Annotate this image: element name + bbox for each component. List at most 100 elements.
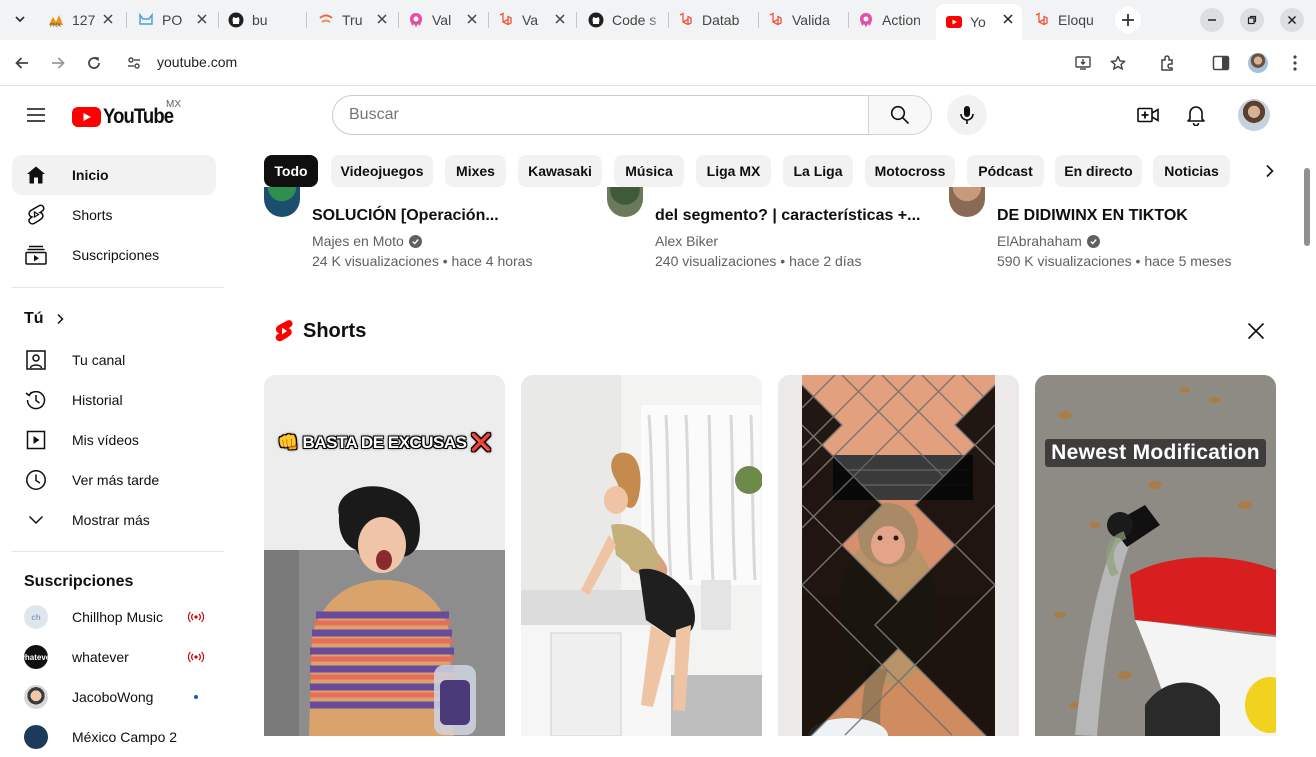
channel-name-row[interactable]: ElAbrahaham (997, 233, 1100, 249)
hinchazon-icon (408, 12, 424, 28)
close-tab-icon[interactable] (374, 11, 390, 27)
video-title[interactable]: DE DIDIWINX EN TIKTOK (997, 207, 1188, 225)
minimize-button[interactable] (1200, 8, 1224, 32)
close-window-button[interactable] (1280, 8, 1304, 32)
video-card[interactable]: SOLUCIÓN [Operación... Majes en Moto 24 … (264, 187, 584, 277)
chip-podcast[interactable]: Pódcast (967, 155, 1044, 187)
sidebar-item-suscripciones[interactable]: Suscripciones (12, 235, 216, 275)
chip-motocross[interactable]: Motocross (865, 155, 955, 187)
subscription-name: México Campo 2 (72, 729, 178, 745)
chip-videojuegos[interactable]: Videojuegos (331, 155, 433, 187)
close-tab-icon[interactable] (464, 11, 480, 27)
browser-tab[interactable]: Val (398, 4, 486, 35)
channel-name-row[interactable]: Majes en Moto (312, 233, 422, 249)
sidebar-item-mostrar-mas[interactable]: Mostrar más (12, 500, 216, 540)
sidebar-subscriptions-label: Suscripciones (24, 573, 134, 590)
back-button[interactable] (10, 51, 34, 75)
subscription-item[interactable]: JacoboWong (12, 677, 216, 717)
search-input[interactable]: Buscar (332, 95, 869, 135)
close-tab-icon[interactable] (100, 11, 116, 27)
guide-menu-button[interactable] (24, 103, 48, 127)
page-scrollbar[interactable] (1304, 168, 1310, 246)
browser-tab[interactable]: PMA 127 (38, 4, 122, 35)
youtube-logo[interactable]: YouTube MX (72, 99, 183, 129)
video-metadata: 24 K visualizaciones • hace 4 horas (312, 253, 533, 269)
search-button[interactable] (868, 95, 932, 135)
reload-button[interactable] (82, 51, 106, 75)
browser-tab[interactable]: Va (488, 4, 574, 35)
youtube-masthead: YouTube MX Buscar (0, 87, 1316, 143)
channel-avatar (24, 725, 48, 749)
chips-next-button[interactable] (1258, 159, 1282, 183)
my-videos-icon (24, 428, 48, 452)
search-icon (890, 105, 910, 125)
chip-todo[interactable]: Todo (264, 155, 318, 187)
channel-avatar[interactable] (607, 187, 643, 217)
side-panel-icon[interactable] (1210, 52, 1232, 74)
extensions-icon[interactable] (1157, 52, 1179, 74)
sidebar-item-inicio[interactable]: Inicio (12, 155, 216, 195)
url-text[interactable]: youtube.com (157, 54, 237, 70)
chip-liga-mx[interactable]: Liga MX (696, 155, 771, 187)
browser-tab[interactable]: Action (848, 4, 936, 35)
sidebar-item-tu-canal[interactable]: Tu canal (12, 340, 216, 380)
subscription-item[interactable]: México Campo 2 (12, 717, 216, 757)
chip-en-directo[interactable]: En directo (1055, 155, 1142, 187)
short-overlay-text: 👊 BASTA DE EXCUSAS ❌ (277, 433, 492, 452)
browser-tab[interactable]: Datab (668, 4, 756, 35)
browser-tab[interactable]: Valida (758, 4, 846, 35)
browser-tab-active[interactable]: Yo (936, 4, 1022, 40)
video-title[interactable]: del segmento? | características +... (655, 207, 920, 225)
address-bar[interactable]: youtube.com (117, 45, 1139, 79)
dismiss-shorts-button[interactable] (1244, 319, 1268, 343)
channel-avatar[interactable] (264, 187, 300, 217)
kebab-menu-icon[interactable] (1284, 52, 1306, 74)
browser-tab[interactable]: Eloqu (1024, 4, 1110, 35)
video-card[interactable]: del segmento? | características +... Ale… (607, 187, 927, 277)
close-tab-icon[interactable] (552, 11, 568, 27)
sidebar-item-shorts[interactable]: Shorts (12, 195, 216, 235)
chip-musica[interactable]: Música (614, 155, 684, 187)
account-avatar[interactable] (1238, 99, 1270, 131)
restore-button[interactable] (1240, 8, 1264, 32)
site-settings-icon[interactable] (125, 54, 143, 72)
browser-tab[interactable]: Tru (308, 4, 396, 35)
channel-avatar (24, 685, 48, 709)
short-card[interactable] (778, 375, 1019, 736)
sidebar-you-heading[interactable]: Tú (24, 310, 66, 328)
forward-button[interactable] (46, 51, 70, 75)
video-title[interactable]: SOLUCIÓN [Operación... (312, 207, 499, 225)
sidebar-item-historial[interactable]: Historial (12, 380, 216, 420)
hamburger-icon (27, 108, 45, 122)
subscription-item[interactable]: whatever whatever (12, 637, 216, 677)
new-tab-button[interactable] (1115, 7, 1141, 33)
chip-kawasaki[interactable]: Kawasaki (518, 155, 602, 187)
browser-profile-avatar[interactable] (1248, 53, 1268, 73)
country-code: MX (166, 99, 181, 110)
close-tab-icon[interactable] (1000, 11, 1016, 27)
browser-tab[interactable]: bu (218, 4, 302, 35)
channel-avatar[interactable] (949, 187, 985, 217)
sidebar-item-mis-videos[interactable]: Mis vídeos (12, 420, 216, 460)
chip-noticias[interactable]: Noticias (1153, 155, 1230, 187)
bookmark-star-icon[interactable] (1109, 54, 1127, 72)
chip-la-liga[interactable]: La Liga (783, 155, 853, 187)
tab-search-button[interactable] (8, 7, 32, 31)
sidebar-item-ver-mas-tarde[interactable]: Ver más tarde (12, 460, 216, 500)
browser-tab[interactable]: PO (128, 4, 216, 35)
short-card[interactable]: Newest Modification (1035, 375, 1276, 736)
voice-search-button[interactable] (947, 95, 987, 135)
create-button[interactable] (1136, 103, 1160, 127)
short-card[interactable] (521, 375, 762, 736)
kitty-icon (138, 12, 154, 28)
subscription-item[interactable]: ch Chillhop Music (12, 597, 216, 637)
install-app-icon[interactable] (1075, 54, 1093, 72)
channel-name-row[interactable]: Alex Biker (655, 233, 718, 249)
browser-tab[interactable]: Code s (578, 4, 666, 35)
close-tab-icon[interactable] (194, 11, 210, 27)
short-card[interactable]: 👊 BASTA DE EXCUSAS ❌ (264, 375, 505, 736)
chip-mixes[interactable]: Mixes (445, 155, 506, 187)
short-thumbnail (1035, 375, 1276, 736)
video-card[interactable]: DE DIDIWINX EN TIKTOK ElAbrahaham 590 K … (949, 187, 1269, 277)
notifications-button[interactable] (1184, 103, 1208, 127)
